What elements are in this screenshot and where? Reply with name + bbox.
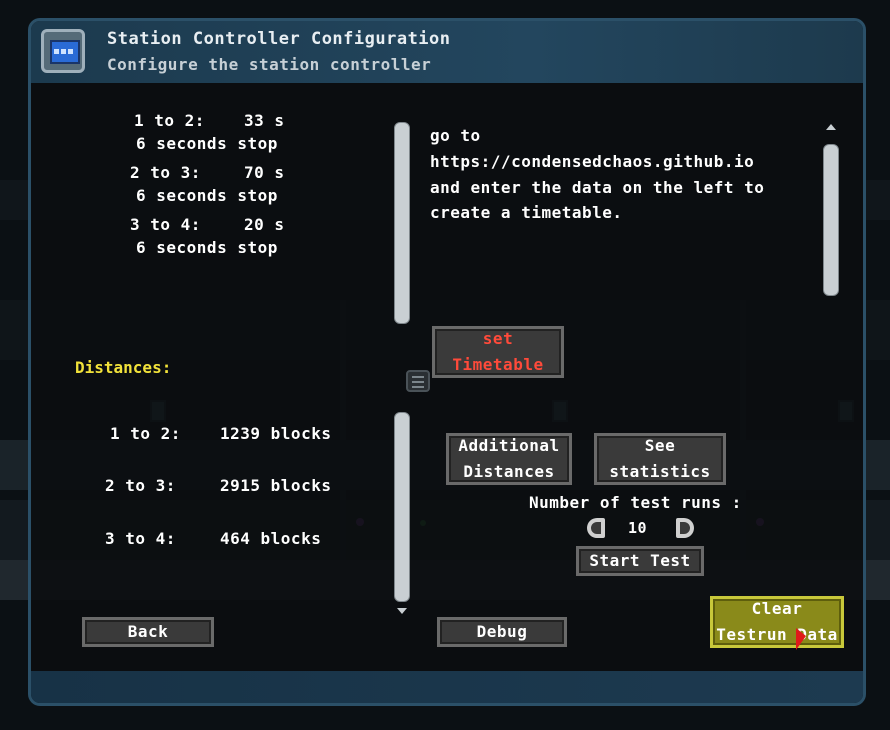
distances-label: Distances: (75, 358, 172, 377)
scroll-down-arrow-icon[interactable] (397, 608, 407, 614)
info-scroll-thumb[interactable] (823, 144, 839, 296)
distance-value: 1239 blocks (220, 424, 332, 443)
distance-route: 1 to 2: (110, 424, 181, 443)
timetable-route: 3 to 4: (130, 215, 201, 234)
set-timetable-line2: Timetable (452, 355, 544, 374)
timetable-stop: 6 seconds stop (136, 238, 278, 257)
info-line: https://condensedchaos.github.io (430, 152, 755, 171)
start-test-label: Start Test (589, 551, 691, 570)
window-subtitle: Configure the station controller (107, 55, 432, 74)
window-header: Station Controller Configuration Configu… (31, 21, 863, 83)
timetable-time: 20 s (244, 215, 285, 234)
set-timetable-button[interactable]: set Timetable (432, 326, 564, 378)
see-statistics-button[interactable]: See statistics (594, 433, 726, 485)
start-test-button[interactable]: Start Test (576, 546, 704, 576)
distance-value: 2915 blocks (220, 476, 332, 495)
additional-distances-line1: Additional (458, 436, 560, 455)
distance-route: 2 to 3: (105, 476, 176, 495)
mouse-cursor-icon (796, 628, 806, 650)
decrement-arrow-icon[interactable] (587, 518, 605, 538)
debug-button[interactable]: Debug (437, 617, 567, 647)
back-button[interactable]: Back (82, 617, 214, 647)
window-footer (31, 671, 863, 703)
see-statistics-line1: See (644, 436, 676, 455)
timetable-stop: 6 seconds stop (136, 134, 278, 153)
set-timetable-line1: set (482, 329, 514, 348)
distance-route: 3 to 4: (105, 529, 176, 548)
list-menu-icon (406, 370, 430, 392)
distances-scroll-thumb[interactable] (394, 412, 410, 602)
computer-terminal-icon (41, 29, 85, 73)
clear-testrun-line1: Clear (751, 599, 803, 618)
info-scrollbar[interactable] (823, 124, 839, 296)
info-line: create a timetable. (430, 203, 623, 222)
debug-label: Debug (476, 622, 528, 641)
timetable-route: 1 to 2: (134, 111, 205, 130)
test-runs-label: Number of test runs : (529, 493, 742, 512)
info-line: and enter the data on the left to (430, 178, 765, 197)
timetable-scrollbar[interactable] (394, 120, 410, 324)
additional-distances-line2: Distances (463, 462, 555, 481)
timetable-route: 2 to 3: (130, 163, 201, 182)
timetable-stop: 6 seconds stop (136, 186, 278, 205)
back-label: Back (127, 622, 169, 641)
timetable-time: 33 s (244, 111, 285, 130)
clear-testrun-line2: Testrun Data (716, 625, 838, 644)
clear-testrun-data-button[interactable]: Clear Testrun Data (710, 596, 844, 648)
window-title: Station Controller Configuration (107, 29, 451, 49)
additional-distances-button[interactable]: Additional Distances (446, 433, 572, 485)
scroll-up-arrow-icon[interactable] (826, 124, 836, 130)
distance-value: 464 blocks (220, 529, 322, 548)
timetable-time: 70 s (244, 163, 285, 182)
info-line: go to (430, 126, 481, 145)
test-runs-value: 10 (628, 519, 648, 537)
timetable-scroll-thumb[interactable] (394, 122, 410, 324)
distances-scrollbar[interactable] (394, 410, 410, 618)
see-statistics-line2: statistics (609, 462, 711, 481)
